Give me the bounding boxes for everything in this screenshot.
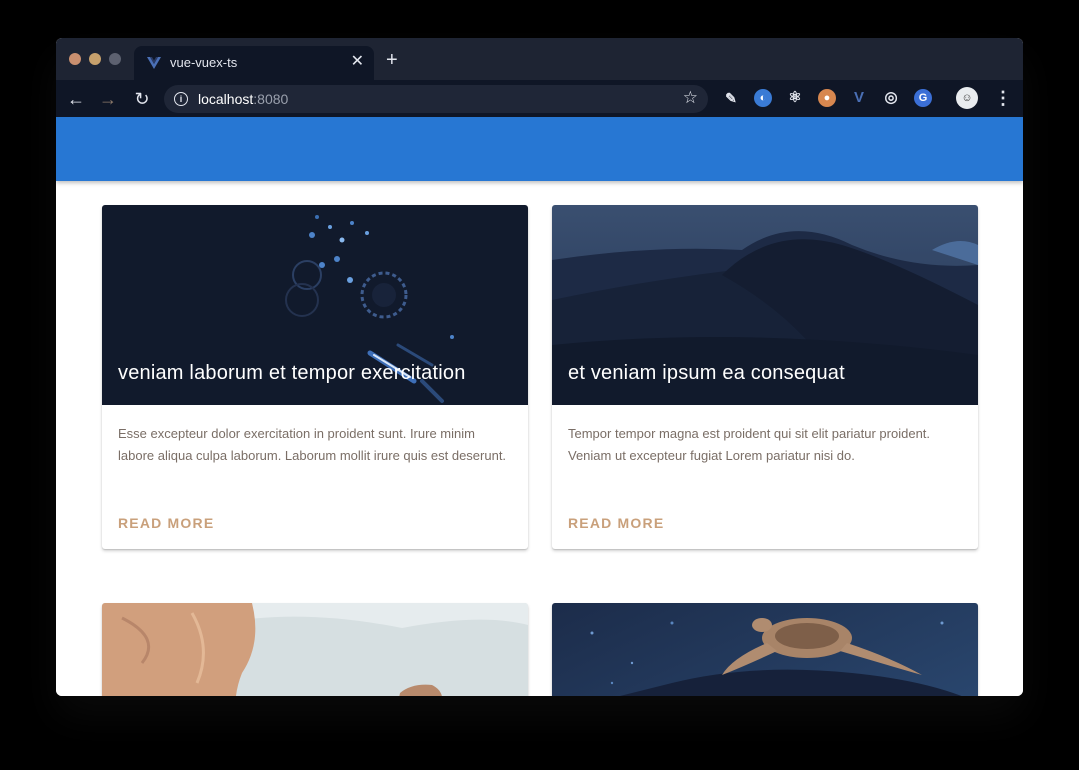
fox-extension-icon[interactable]: ● <box>818 89 836 107</box>
window-close-button[interactable] <box>69 53 81 65</box>
browser-tab[interactable]: vue-vuex-ts ✕ <box>134 46 374 80</box>
vue-logo-icon <box>147 57 161 69</box>
card-image <box>102 603 528 696</box>
reload-icon[interactable]: ↻ <box>130 87 154 111</box>
post-card: veniam laborum et tempor exercitation Es… <box>102 205 528 549</box>
card-title: veniam laborum et tempor exercitation <box>118 362 466 384</box>
read-more-button[interactable]: READ MORE <box>118 515 214 531</box>
pen-extension-icon[interactable]: ✎ <box>722 89 740 107</box>
target-extension-icon[interactable]: ◎ <box>882 89 900 107</box>
read-more-button[interactable]: READ MORE <box>568 515 664 531</box>
circle-extension-icon[interactable]: ◐ <box>754 89 772 107</box>
card-text: Tempor tempor magna est proident qui sit… <box>568 426 931 463</box>
card-text: Esse excepteur dolor exercitation in pro… <box>118 426 507 463</box>
card-image: et veniam ipsum ea consequat <box>552 205 978 405</box>
address-bar[interactable]: i localhost:8080 ☆ <box>164 85 708 113</box>
react-devtools-icon[interactable]: ⚛ <box>786 89 804 107</box>
tab-title: vue-vuex-ts <box>170 55 238 70</box>
vue-devtools-icon[interactable]: V <box>850 89 868 107</box>
site-info-icon[interactable]: i <box>174 92 188 106</box>
card-actions: READ MORE <box>102 467 528 549</box>
window-minimize-button[interactable] <box>89 53 101 65</box>
post-card <box>102 603 528 696</box>
app-bar <box>56 117 1023 181</box>
google-extension-icon[interactable]: G <box>914 89 932 107</box>
back-arrow-icon[interactable]: ← <box>64 87 88 111</box>
card-title: et veniam ipsum ea consequat <box>568 362 845 384</box>
profile-avatar-icon[interactable]: ☺ <box>956 87 978 109</box>
rock-cliff-image <box>102 603 528 696</box>
tab-close-icon[interactable]: ✕ <box>351 52 364 72</box>
post-card <box>552 603 978 696</box>
new-tab-button[interactable]: + <box>386 50 398 70</box>
url-host: localhost <box>198 91 254 107</box>
window-maximize-button[interactable] <box>109 53 121 65</box>
browser-toolbar: ← → ↻ i localhost:8080 ☆ ✎ ◐ ⚛ ● V ◎ G ☺… <box>56 80 1023 117</box>
tab-strip: vue-vuex-ts ✕ + <box>56 38 1023 80</box>
card-image <box>552 603 978 696</box>
card-actions: READ MORE <box>552 467 978 549</box>
browser-window: vue-vuex-ts ✕ + ← → ↻ i localhost:8080 ☆… <box>56 38 1023 696</box>
bookmark-star-icon[interactable]: ☆ <box>683 88 698 108</box>
forward-arrow-icon[interactable]: → <box>96 87 120 111</box>
url-port: :8080 <box>253 91 289 107</box>
post-card: et veniam ipsum ea consequat Tempor temp… <box>552 205 978 549</box>
card-image: veniam laborum et tempor exercitation <box>102 205 528 405</box>
more-menu-icon[interactable]: ⋮ <box>994 86 1012 110</box>
sea-turtle-image <box>552 603 978 696</box>
url-text[interactable]: localhost:8080 <box>198 91 288 107</box>
page-viewport: veniam laborum et tempor exercitation Es… <box>56 117 1023 696</box>
